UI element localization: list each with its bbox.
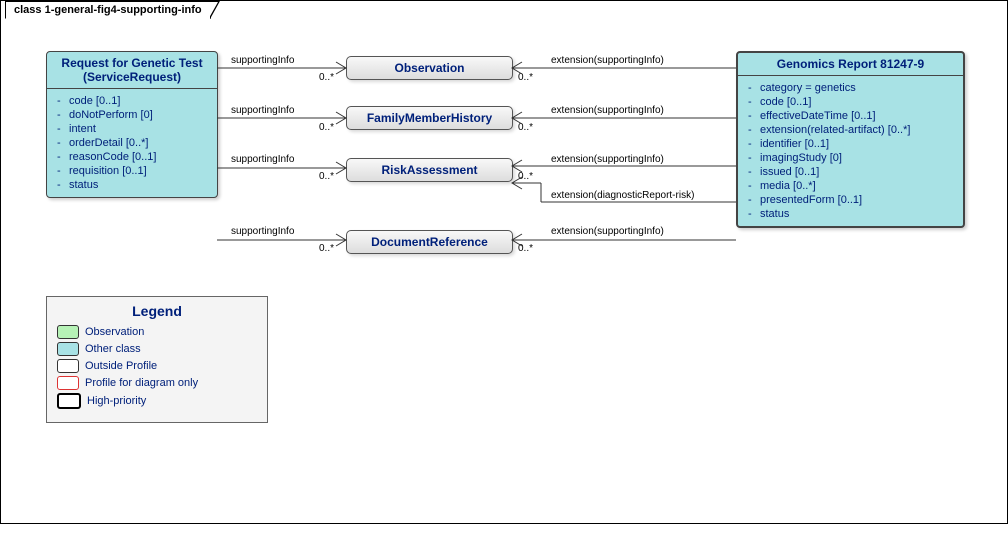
multiplicity: 0..* [319, 122, 334, 133]
attr-item: code [0..1] [69, 95, 209, 107]
multiplicity: 0..* [518, 243, 533, 254]
attr-item: identifier [0..1] [760, 138, 955, 150]
attr-item: presentedForm [0..1] [760, 194, 955, 206]
attr-item: code [0..1] [760, 96, 955, 108]
attr-item: category = genetics [760, 82, 955, 94]
multiplicity: 0..* [518, 122, 533, 133]
legend-box: Legend Observation Other class Outside P… [46, 296, 268, 423]
multiplicity: 0..* [518, 171, 533, 182]
class-service-request: Request for Genetic Test (ServiceRequest… [46, 51, 218, 198]
attr-item: effectiveDateTime [0..1] [760, 110, 955, 122]
multiplicity: 0..* [518, 72, 533, 83]
legend-label: Profile for diagram only [85, 377, 198, 389]
label-ext-supporting: extension(supportingInfo) [551, 105, 664, 116]
legend-swatch-outside [57, 359, 79, 373]
legend-label: High-priority [87, 395, 146, 407]
class-title-right: Genomics Report 81247-9 [738, 53, 963, 76]
class-family-member-history: FamilyMemberHistory [346, 106, 513, 130]
label-supportinginfo: supportingInfo [231, 105, 294, 116]
class-genomics-report: Genomics Report 81247-9 category = genet… [736, 51, 965, 228]
legend-label: Outside Profile [85, 360, 157, 372]
legend-swatch-profile [57, 376, 79, 390]
class-risk-assessment: RiskAssessment [346, 158, 513, 182]
attr-item: status [69, 179, 209, 191]
legend-label: Observation [85, 326, 144, 338]
multiplicity: 0..* [319, 243, 334, 254]
attr-item: extension(related-artifact) [0..*] [760, 124, 955, 136]
label-supportinginfo: supportingInfo [231, 55, 294, 66]
label-ext-diag-risk: extension(diagnosticReport-risk) [551, 190, 694, 201]
multiplicity: 0..* [319, 171, 334, 182]
class-title-left: Request for Genetic Test (ServiceRequest… [47, 52, 217, 89]
attr-item: requisition [0..1] [69, 165, 209, 177]
attr-item: imagingStudy [0] [760, 152, 955, 164]
legend-item: Profile for diagram only [57, 376, 257, 390]
attr-item: reasonCode [0..1] [69, 151, 209, 163]
diagram-container: class 1-general-fig4-supporting-info Req… [0, 0, 1008, 524]
class-observation: Observation [346, 56, 513, 80]
attr-item: status [760, 208, 955, 220]
label-ext-supporting: extension(supportingInfo) [551, 226, 664, 237]
label-supportinginfo: supportingInfo [231, 226, 294, 237]
legend-item: Other class [57, 342, 257, 356]
legend-swatch-other [57, 342, 79, 356]
class-document-reference: DocumentReference [346, 230, 513, 254]
diagram-inner: Request for Genetic Test (ServiceRequest… [1, 18, 1007, 523]
attr-item: media [0..*] [760, 180, 955, 192]
class-body-right: category = genetics code [0..1] effectiv… [738, 76, 963, 226]
legend-item: Outside Profile [57, 359, 257, 373]
class-body-left: code [0..1] doNotPerform [0] intent orde… [47, 89, 217, 197]
legend-title: Legend [57, 303, 257, 319]
multiplicity: 0..* [319, 72, 334, 83]
label-ext-supporting: extension(supportingInfo) [551, 55, 664, 66]
label-supportinginfo: supportingInfo [231, 154, 294, 165]
attr-item: issued [0..1] [760, 166, 955, 178]
legend-swatch-high-priority [57, 393, 81, 409]
legend-item: High-priority [57, 393, 257, 409]
attr-item: doNotPerform [0] [69, 109, 209, 121]
tab-title: class 1-general-fig4-supporting-info [5, 1, 211, 19]
legend-item: Observation [57, 325, 257, 339]
legend-swatch-observation [57, 325, 79, 339]
legend-label: Other class [85, 343, 141, 355]
label-ext-supporting: extension(supportingInfo) [551, 154, 664, 165]
attr-item: intent [69, 123, 209, 135]
attr-item: orderDetail [0..*] [69, 137, 209, 149]
